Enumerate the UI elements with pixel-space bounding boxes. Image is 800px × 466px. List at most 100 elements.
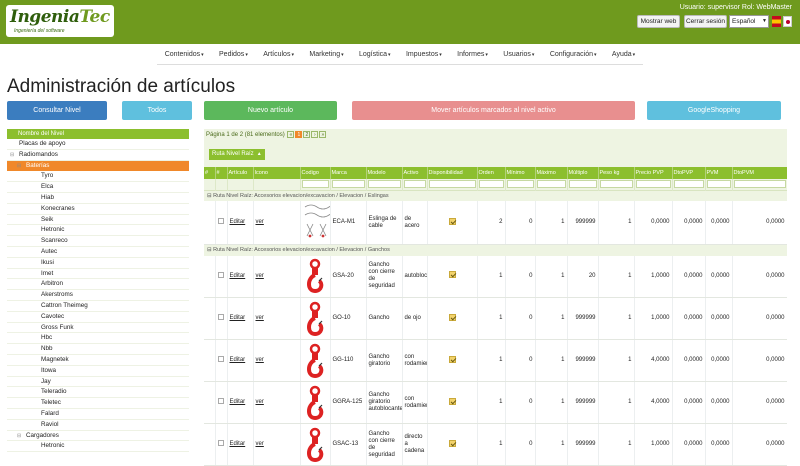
tree-node[interactable]: Elca <box>7 182 189 193</box>
tree-node[interactable]: Hetronic <box>7 225 189 237</box>
tree-collapse-icon[interactable]: ⊟ <box>10 150 14 161</box>
nav-item-3[interactable]: Marketing▾ <box>309 51 343 58</box>
column-filter-input[interactable] <box>428 180 476 189</box>
column-filter-input[interactable] <box>331 180 365 189</box>
view-link-label[interactable]: ver <box>256 315 264 321</box>
tree-node[interactable]: Teletec <box>7 398 189 409</box>
nav-item-4[interactable]: Logística▾ <box>359 51 391 58</box>
edit-link[interactable]: Editar <box>227 297 254 340</box>
collapse-icon[interactable]: ⊟ <box>207 247 212 253</box>
tree-node[interactable]: Tyro <box>7 171 189 183</box>
active-checkbox[interactable] <box>448 439 456 447</box>
tree-collapse-icon[interactable]: ⊟ <box>17 161 21 172</box>
tree-node[interactable]: Seik <box>7 215 189 226</box>
tree-node[interactable]: Gross Funk <box>7 323 189 334</box>
nav-item-6[interactable]: Informes▾ <box>457 51 488 58</box>
move-marked-button[interactable]: Mover artículos marcados al nivel activo <box>352 101 635 120</box>
logout-button[interactable]: Cerrar sesión <box>684 15 727 28</box>
tree-node[interactable]: Magnetek <box>7 355 189 366</box>
column-header[interactable]: Precio PVP <box>634 167 673 179</box>
tree-node[interactable]: Placas de apoyo <box>7 139 189 150</box>
tree-node[interactable]: Nbb <box>7 344 189 355</box>
edit-link[interactable]: Editar <box>227 423 254 466</box>
view-link-label[interactable]: ver <box>256 273 264 279</box>
row-checkbox[interactable] <box>217 314 224 320</box>
edit-link[interactable]: Editar <box>227 339 254 382</box>
column-header[interactable]: Mínimo <box>505 167 536 179</box>
column-header[interactable]: Máximo <box>535 167 568 179</box>
tree-node[interactable]: Akerstroms <box>7 290 189 301</box>
view-link-cell[interactable]: ver <box>253 381 301 424</box>
tree-node[interactable]: Teleradio <box>7 387 189 399</box>
japan-flag-icon[interactable] <box>783 16 792 27</box>
row-checkbox[interactable] <box>217 356 224 362</box>
nav-item-7[interactable]: Usuarios▾ <box>503 51 534 58</box>
tree-node[interactable]: Cavotec <box>7 312 189 323</box>
column-header[interactable]: PVM <box>705 167 733 179</box>
active-checkbox[interactable] <box>448 397 456 405</box>
view-link-label[interactable]: ver <box>256 441 264 447</box>
tree-node[interactable]: Scanreco <box>7 236 189 247</box>
row-checkbox-cell[interactable] <box>215 339 228 382</box>
column-filter-input[interactable] <box>536 180 566 189</box>
tree-node[interactable]: Hiab <box>7 193 189 204</box>
column-filter-input[interactable] <box>478 180 504 189</box>
tree-node[interactable]: Falard <box>7 409 189 420</box>
tree-node[interactable]: Imet <box>7 269 189 280</box>
column-filter-input[interactable] <box>506 180 534 189</box>
edit-link[interactable]: Editar <box>227 381 254 424</box>
column-filter-input[interactable] <box>673 180 704 189</box>
tree-node[interactable]: Ikusi <box>7 258 189 269</box>
column-filter-input[interactable] <box>568 180 597 189</box>
column-filter-input[interactable] <box>733 180 786 189</box>
view-link-label[interactable]: ver <box>256 399 264 405</box>
view-link-cell[interactable]: ver <box>253 339 301 382</box>
view-link-cell[interactable]: ver <box>253 297 301 340</box>
column-header[interactable]: Marca <box>330 167 367 179</box>
ingeniatec-logo[interactable]: IngeniaTec Ingeniería del software <box>6 5 114 37</box>
consult-level-button[interactable]: Consultar Nivel <box>7 101 107 120</box>
column-header[interactable]: # <box>204 167 216 179</box>
table-row[interactable]: Editar ver GGRA-125 Gancho giratorio autobl… <box>204 381 787 424</box>
row-checkbox[interactable] <box>217 398 224 404</box>
all-button[interactable]: Todos <box>122 101 192 120</box>
edit-link-label[interactable]: Editar <box>230 219 246 225</box>
view-link-cell[interactable]: ver <box>253 201 301 245</box>
tree-node[interactable]: Autec <box>7 247 189 258</box>
table-row[interactable]: Editar ver GO-10 Gancho de ojo 1 0 1 999999 1 1,00… <box>204 297 787 340</box>
column-header[interactable]: Orden <box>477 167 506 179</box>
edit-link[interactable]: Editar <box>227 255 254 298</box>
tree-node[interactable]: Arbitron <box>7 279 189 291</box>
tree-node[interactable]: Hbc <box>7 333 189 345</box>
column-filter-input[interactable] <box>706 180 731 189</box>
pager-last-icon[interactable]: » <box>319 131 327 138</box>
show-web-button[interactable]: Mostrar web <box>637 15 680 28</box>
language-select[interactable]: Español ▼ <box>729 15 769 28</box>
tree-node[interactable]: ⊟ Baterías <box>7 160 189 172</box>
pager-page-2[interactable]: 2 <box>303 131 311 138</box>
edit-link-label[interactable]: Editar <box>230 441 246 447</box>
pager-next-icon[interactable]: › <box>311 131 319 138</box>
view-link-label[interactable]: ver <box>256 357 264 363</box>
tree-node[interactable]: Jay <box>7 377 189 388</box>
nav-item-0[interactable]: Contenidos▾ <box>165 51 204 58</box>
group-row[interactable]: ⊟ Ruta Nivel Raíz: Accesorios elevacion/… <box>204 189 787 201</box>
column-filter-input[interactable] <box>367 180 401 189</box>
collapse-icon[interactable]: ⊟ <box>207 193 212 199</box>
column-filter-input[interactable] <box>635 180 671 189</box>
tree-node[interactable]: ⊟ Cargadores <box>7 431 189 442</box>
active-checkbox[interactable] <box>448 271 456 279</box>
spain-flag-icon[interactable] <box>772 16 781 27</box>
column-header[interactable]: DtoPVP <box>672 167 706 179</box>
nav-item-1[interactable]: Pedidos▾ <box>219 51 248 58</box>
edit-link-label[interactable]: Editar <box>230 273 246 279</box>
google-shopping-button[interactable]: GoogleShopping <box>647 101 781 120</box>
table-row[interactable]: Editar ver GSA-20 Gancho con cierre de segu… <box>204 255 787 298</box>
nav-item-5[interactable]: Impuestos▾ <box>406 51 442 58</box>
tree-node[interactable]: Cattron Theimeg <box>7 301 189 312</box>
group-by-chip[interactable]: Ruta Nivel Raíz ▲ <box>209 149 265 160</box>
column-header[interactable]: Disponibilidad <box>427 167 478 179</box>
row-checkbox[interactable] <box>217 271 224 278</box>
column-header[interactable]: Múltiplo <box>567 167 599 179</box>
edit-link-label[interactable]: Editar <box>230 315 246 321</box>
